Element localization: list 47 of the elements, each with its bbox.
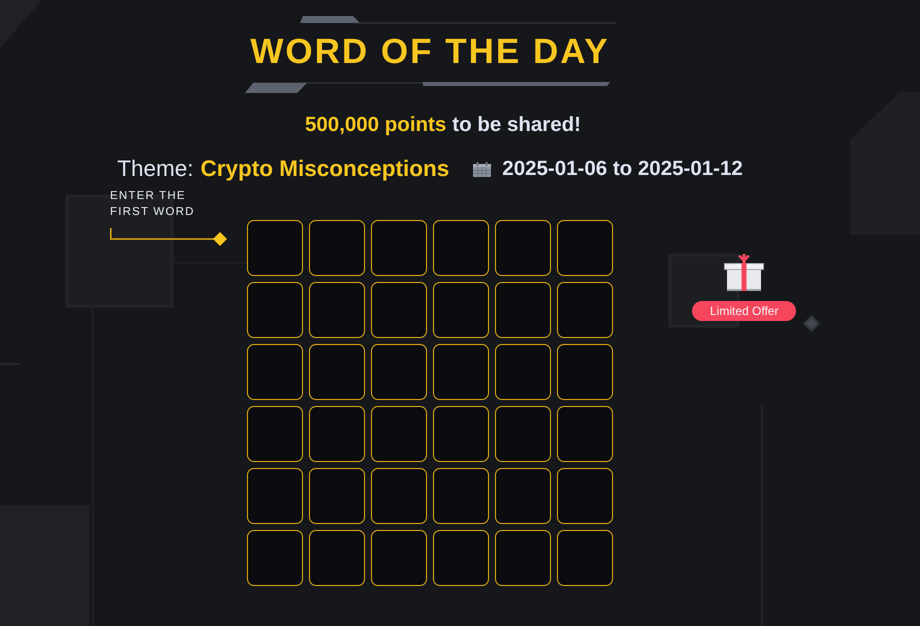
page-title: WORD OF THE DAY xyxy=(250,32,610,72)
calendar-icon xyxy=(473,162,492,176)
letter-field[interactable] xyxy=(557,282,613,338)
diamond-icon xyxy=(803,315,820,332)
letter-field[interactable] xyxy=(557,220,613,276)
letter-field[interactable] xyxy=(247,344,303,400)
prize-amount: 500,000 points xyxy=(304,112,446,138)
letter-field[interactable] xyxy=(371,530,427,586)
letter-field[interactable] xyxy=(433,406,489,462)
letter-field[interactable] xyxy=(247,282,303,338)
letter-field[interactable] xyxy=(433,344,489,400)
prompt-text: ENTER THE FIRST WORD xyxy=(110,189,196,220)
letter-field[interactable] xyxy=(309,530,365,586)
letter-field[interactable] xyxy=(309,468,365,524)
letter-field[interactable] xyxy=(309,282,365,338)
letter-field[interactable] xyxy=(309,220,365,276)
letter-field[interactable] xyxy=(371,468,427,524)
gift-icon[interactable] xyxy=(724,254,764,291)
letter-field[interactable] xyxy=(433,530,489,586)
letter-field[interactable] xyxy=(371,406,427,462)
letter-field[interactable] xyxy=(495,282,551,338)
letter-field[interactable] xyxy=(557,344,613,400)
letter-field[interactable] xyxy=(495,220,551,276)
letter-field[interactable] xyxy=(247,406,303,462)
letter-field[interactable] xyxy=(433,468,489,524)
letter-field[interactable] xyxy=(557,468,613,524)
letter-field[interactable] xyxy=(495,530,551,586)
theme-value: Crypto Misconceptions xyxy=(200,155,450,183)
letter-field[interactable] xyxy=(557,530,613,586)
theme-label: Theme: xyxy=(117,155,194,183)
letter-field[interactable] xyxy=(371,282,427,338)
letter-field[interactable] xyxy=(371,344,427,400)
letter-field[interactable] xyxy=(247,530,303,586)
letter-field[interactable] xyxy=(247,220,303,276)
letter-field[interactable] xyxy=(557,406,613,462)
prize-caption: to be shared! xyxy=(452,112,581,138)
limited-offer-badge[interactable]: Limited Offer xyxy=(692,301,796,321)
date-range: 2025-01-06 to 2025-01-12 xyxy=(502,156,743,182)
letter-field[interactable] xyxy=(495,344,551,400)
letter-field[interactable] xyxy=(433,220,489,276)
letter-field[interactable] xyxy=(247,468,303,524)
letter-field[interactable] xyxy=(495,468,551,524)
letter-field[interactable] xyxy=(433,282,489,338)
letter-field[interactable] xyxy=(309,344,365,400)
letter-field[interactable] xyxy=(371,220,427,276)
letter-field[interactable] xyxy=(309,406,365,462)
letter-field[interactable] xyxy=(495,406,551,462)
